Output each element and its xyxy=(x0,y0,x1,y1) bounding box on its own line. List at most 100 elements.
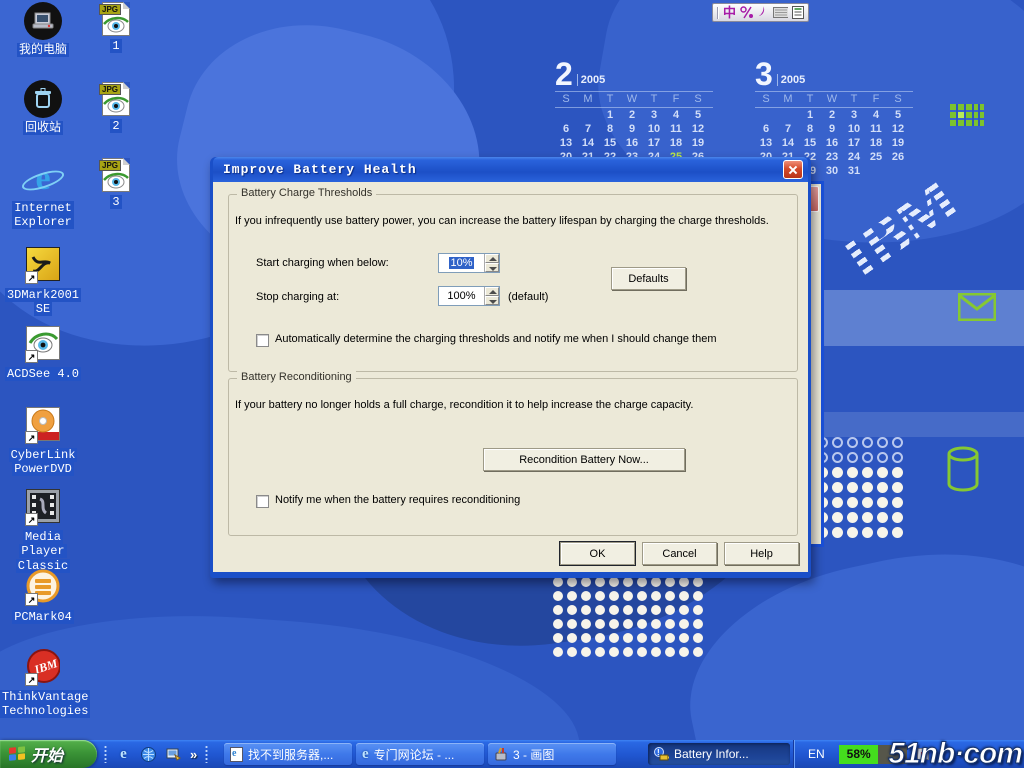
wallpaper-dot xyxy=(862,527,873,538)
wallpaper-dot xyxy=(553,647,563,657)
desktop-icon-jpg-2[interactable]: JPG 2 xyxy=(86,82,146,133)
wallpaper-dot xyxy=(832,452,843,463)
calendar-weekday-header: F xyxy=(665,92,687,107)
stop-charging-spinner[interactable]: 100% xyxy=(438,286,500,306)
task-button-paint[interactable]: 3 - 画图 xyxy=(488,743,616,765)
auto-determine-checkbox-label: Automatically determine the charging thr… xyxy=(275,333,716,345)
notify-reconditioning-checkbox[interactable] xyxy=(256,495,269,508)
help-button[interactable]: Help xyxy=(724,542,799,565)
close-button[interactable] xyxy=(783,160,803,179)
jpg-file-icon: JPG xyxy=(102,2,130,36)
desktop-icon-powerdvd[interactable]: ↗ CyberLink PowerDVD xyxy=(0,405,86,477)
spin-down-button[interactable] xyxy=(485,296,499,305)
notify-reconditioning-checkbox-label: Notify me when the battery requires reco… xyxy=(275,494,520,506)
desktop-icon-media-player-classic[interactable]: ↗ Media Player Classic xyxy=(0,487,86,573)
quick-launch: e » xyxy=(104,740,208,768)
wallpaper-dot xyxy=(595,605,605,615)
desktop-icon-thinkvantage[interactable]: IBM ↗ ThinkVantage Technologies xyxy=(0,647,86,719)
wallpaper-dot xyxy=(637,633,647,643)
desktop-icon-pcmark04[interactable]: ↗ PCMark04 xyxy=(0,567,86,624)
desktop-icon-internet-explorer[interactable]: e Internet Explorer xyxy=(0,160,86,230)
start-button[interactable]: 开始 xyxy=(0,740,97,768)
battery-charge-thresholds-group: Battery Charge Thresholds If you infrequ… xyxy=(228,194,798,372)
desktop-icon-acdsee[interactable]: ↗ ACDSee 4.0 xyxy=(0,324,86,381)
ime-menu-icon[interactable] xyxy=(792,6,804,19)
stop-charging-value[interactable]: 100% xyxy=(439,287,484,305)
recondition-battery-button[interactable]: Recondition Battery Now... xyxy=(483,448,685,471)
battery-reconditioning-group: Battery Reconditioning If your battery n… xyxy=(228,378,798,536)
wallpaper-dot xyxy=(832,512,843,523)
wallpaper-dot xyxy=(567,605,577,615)
quick-launch-messenger-icon[interactable] xyxy=(140,746,157,763)
dialog-titlebar[interactable]: Improve Battery Health xyxy=(213,157,808,182)
ime-fullwidth-moon-icon[interactable] xyxy=(758,6,770,19)
auto-determine-checkbox[interactable] xyxy=(256,334,269,347)
wallpaper-dot xyxy=(847,482,858,493)
spin-up-button[interactable] xyxy=(485,254,499,263)
spin-up-button[interactable] xyxy=(485,287,499,296)
language-indicator[interactable]: EN xyxy=(808,747,825,761)
ok-button[interactable]: OK xyxy=(560,542,635,565)
start-charging-label: Start charging when below: xyxy=(256,257,389,269)
wallpaper-dot xyxy=(595,577,605,587)
wallpaper-dot xyxy=(567,591,577,601)
calendar-day: 15 xyxy=(799,136,821,150)
wallpaper-dot xyxy=(693,619,703,629)
spin-down-button[interactable] xyxy=(485,263,499,272)
wallpaper-dot xyxy=(877,497,888,508)
taskbar-separator[interactable] xyxy=(205,745,208,763)
calendar-year: 2005 xyxy=(777,74,805,86)
wallpaper-dot xyxy=(665,647,675,657)
calendar-day xyxy=(577,108,599,122)
task-button-battery-information[interactable]: ! Battery Infor... xyxy=(648,743,790,765)
my-computer-icon xyxy=(24,2,62,40)
task-button-forum[interactable]: e 专门网论坛 - ... xyxy=(356,743,484,765)
calendar-day: 9 xyxy=(621,122,643,136)
ime-drag-handle[interactable] xyxy=(717,7,719,19)
calendar-day: 12 xyxy=(687,122,709,136)
calendar-day: 5 xyxy=(687,108,709,122)
wallpaper-dot xyxy=(637,591,647,601)
calendar-day: 3 xyxy=(643,108,665,122)
calendar-day: 16 xyxy=(821,136,843,150)
ime-language-bar[interactable]: 中 xyxy=(712,3,809,22)
wallpaper-dot xyxy=(581,577,591,587)
wallpaper-dot xyxy=(877,512,888,523)
ime-punctuation-icon[interactable] xyxy=(740,6,753,19)
desktop-icon-3dmark2001[interactable]: ↗ 3DMark2001 SE xyxy=(0,245,86,317)
ime-soft-keyboard-icon[interactable] xyxy=(773,7,788,18)
quick-launch-overflow-chevron[interactable]: » xyxy=(190,747,197,762)
defaults-button[interactable]: Defaults xyxy=(611,267,686,290)
calendar-day: 17 xyxy=(843,136,865,150)
wallpaper-dot xyxy=(637,605,647,615)
battery-icon: ! xyxy=(654,747,669,761)
wallpaper-dot xyxy=(862,467,873,478)
calendar-weekday-header: S xyxy=(755,92,777,107)
desktop-icon-my-computer[interactable]: 我的电脑 xyxy=(0,2,86,57)
calendar-month-number: 2 xyxy=(555,59,573,89)
wallpaper-dot xyxy=(665,605,675,615)
ime-chinese-mode-icon[interactable]: 中 xyxy=(723,6,736,19)
start-charging-spinner[interactable]: 10% xyxy=(438,253,500,273)
calendar-day: 26 xyxy=(887,150,909,164)
desktop-icon-recycle-bin[interactable]: 回收站 xyxy=(0,80,86,135)
wallpaper-dot xyxy=(679,591,689,601)
start-charging-value[interactable]: 10% xyxy=(449,257,473,269)
wallpaper-dot xyxy=(581,591,591,601)
cancel-button[interactable]: Cancel xyxy=(642,542,717,565)
desktop-icon-jpg-1[interactable]: JPG 1 xyxy=(86,2,146,53)
dialog-title: Improve Battery Health xyxy=(223,162,783,177)
calendar-day: 11 xyxy=(665,122,687,136)
wallpaper-dot xyxy=(609,633,619,643)
calendar-weekday-header: S xyxy=(687,92,709,107)
task-button-server-not-found[interactable]: e 找不到服务器,... xyxy=(224,743,352,765)
envelope-icon xyxy=(958,293,996,321)
desktop-icon-jpg-3[interactable]: JPG 3 xyxy=(86,158,146,209)
start-button-label: 开始 xyxy=(31,742,63,766)
show-desktop-icon[interactable] xyxy=(165,746,182,763)
quick-launch-ie-icon[interactable]: e xyxy=(115,746,132,763)
taskbar-separator[interactable] xyxy=(104,745,107,763)
calendar-day: 18 xyxy=(865,136,887,150)
wallpaper-dot xyxy=(832,497,843,508)
wallpaper-dot xyxy=(609,591,619,601)
